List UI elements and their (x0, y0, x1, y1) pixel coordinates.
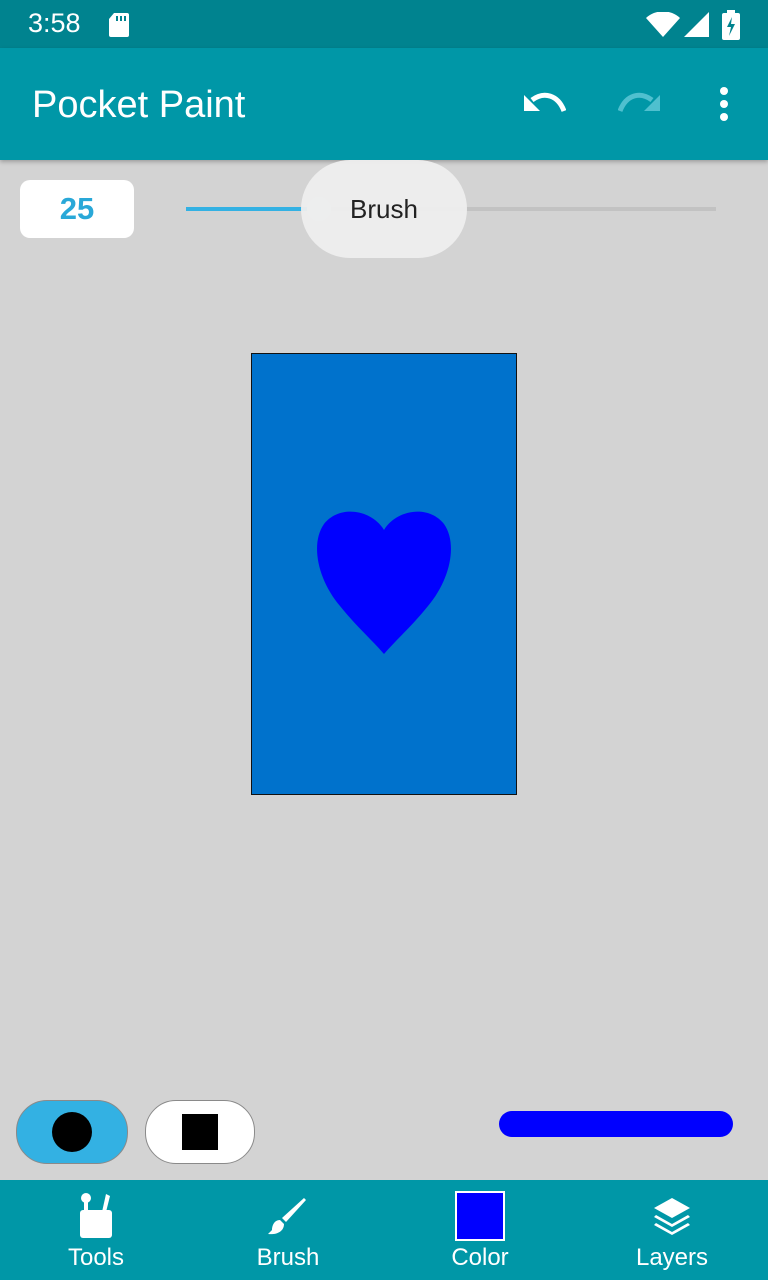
square-cap-icon (182, 1114, 218, 1150)
nav-brush[interactable]: Brush (192, 1180, 384, 1280)
tool-tooltip: Brush (301, 160, 467, 258)
cell-signal-icon (684, 12, 709, 37)
status-bar: 3:58 (0, 0, 768, 48)
app-bar: Pocket Paint (0, 48, 768, 160)
nav-layers[interactable]: Layers (576, 1180, 768, 1280)
status-time: 3:58 (28, 8, 81, 38)
more-vert-icon (720, 87, 728, 121)
square-cap-button[interactable] (145, 1100, 255, 1164)
layers-icon (654, 1198, 690, 1235)
redo-icon (618, 92, 660, 113)
sd-card-icon (109, 13, 129, 37)
more-options-button[interactable] (704, 78, 744, 130)
circle-cap-icon (52, 1112, 92, 1152)
bottom-navigation: Tools Brush Color Layers (0, 1180, 768, 1280)
brush-icon (268, 1198, 306, 1235)
tool-tooltip-label: Brush (350, 193, 418, 224)
nav-layers-label: Layers (635, 1244, 709, 1271)
nav-brush-label: Brush (256, 1244, 320, 1271)
tools-icon (80, 1193, 112, 1238)
stroke-preview (499, 1111, 733, 1137)
nav-tools[interactable]: Tools (0, 1180, 192, 1280)
nav-tools-label: Tools (67, 1244, 125, 1271)
color-swatch-icon (455, 1191, 505, 1241)
undo-icon (524, 92, 566, 113)
battery-charging-icon (722, 10, 740, 40)
wifi-icon (646, 12, 680, 37)
slider-fill (186, 207, 308, 211)
redo-button[interactable] (612, 78, 668, 130)
undo-button[interactable] (516, 78, 572, 130)
heart-shape (317, 511, 451, 654)
app-title: Pocket Paint (32, 84, 246, 126)
nav-color-label: Color (451, 1244, 509, 1271)
round-cap-button[interactable] (16, 1100, 128, 1164)
brush-size-input[interactable]: 25 (20, 180, 134, 238)
brush-size-value: 25 (59, 191, 95, 226)
drawing-canvas[interactable] (251, 353, 517, 795)
nav-color[interactable]: Color (384, 1180, 576, 1280)
